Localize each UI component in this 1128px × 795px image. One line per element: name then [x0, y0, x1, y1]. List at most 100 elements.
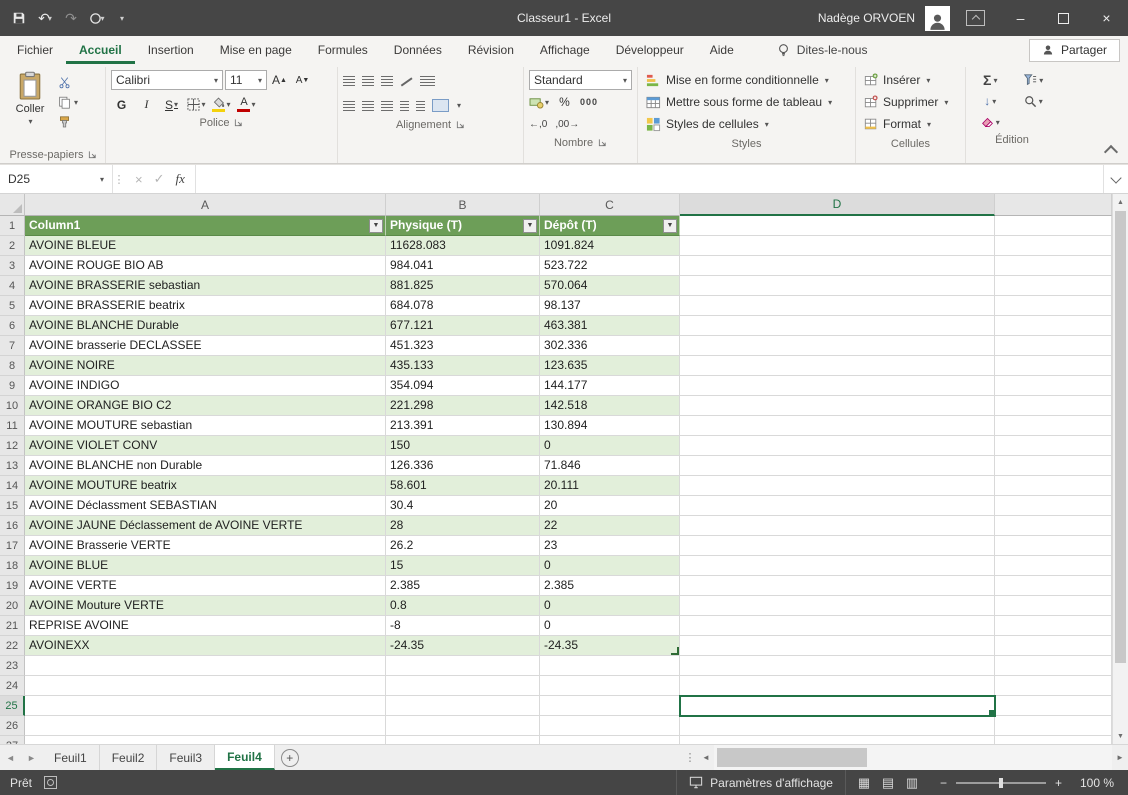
- grid-cell[interactable]: [680, 576, 995, 596]
- grid-cell[interactable]: [995, 356, 1112, 376]
- row-header-6[interactable]: 6: [0, 316, 25, 336]
- number-dialog-launcher[interactable]: [598, 138, 607, 147]
- grid-cell[interactable]: [680, 736, 995, 744]
- align-right-icon[interactable]: [381, 101, 393, 111]
- font-size-combo[interactable]: 11▾: [225, 70, 267, 90]
- row-header-11[interactable]: 11: [0, 416, 25, 436]
- row-header-14[interactable]: 14: [0, 476, 25, 496]
- sort-filter-button[interactable]: ▾: [1016, 71, 1052, 89]
- grid-cell[interactable]: [995, 416, 1112, 436]
- grid-cell[interactable]: [680, 396, 995, 416]
- decrease-decimal-button[interactable]: ,00→: [555, 119, 579, 130]
- grid-cell[interactable]: 11628.083: [386, 236, 540, 256]
- grid-cell[interactable]: 150: [386, 436, 540, 456]
- save-button[interactable]: [8, 6, 30, 30]
- name-box[interactable]: D25 ▾: [0, 165, 113, 193]
- grid-cell[interactable]: [995, 436, 1112, 456]
- grid-cell[interactable]: [25, 656, 386, 676]
- zoom-slider-thumb[interactable]: [999, 778, 1003, 788]
- grid-cell[interactable]: [680, 556, 995, 576]
- row-header-22[interactable]: 22: [0, 636, 25, 656]
- sheet-tab-feuil2[interactable]: Feuil2: [100, 745, 158, 770]
- display-settings-button[interactable]: Paramètres d'affichage: [676, 770, 846, 795]
- grid-cell[interactable]: AVOINE BRASSERIE beatrix: [25, 296, 386, 316]
- grid-cell[interactable]: [386, 736, 540, 744]
- row-header-5[interactable]: 5: [0, 296, 25, 316]
- page-break-view-button[interactable]: ▥: [902, 775, 922, 791]
- vertical-scrollbar[interactable]: ▲ ▼: [1112, 194, 1128, 744]
- grid-cell[interactable]: 451.323: [386, 336, 540, 356]
- grid-cell[interactable]: [540, 736, 680, 744]
- row-header-17[interactable]: 17: [0, 536, 25, 556]
- grid-cell[interactable]: [680, 476, 995, 496]
- wrap-text-icon[interactable]: [420, 76, 435, 86]
- grid-cell[interactable]: [995, 696, 1112, 716]
- grid-cell[interactable]: 2.385: [540, 576, 680, 596]
- clipboard-dialog-launcher[interactable]: [88, 150, 97, 159]
- grid-cell[interactable]: [680, 456, 995, 476]
- grid-cell[interactable]: AVOINE JAUNE Déclassement de AVOINE VERT…: [25, 516, 386, 536]
- grid-cell[interactable]: AVOINEXX: [25, 636, 386, 656]
- row-header-9[interactable]: 9: [0, 376, 25, 396]
- grid-cell[interactable]: 302.336: [540, 336, 680, 356]
- filter-button[interactable]: ▼: [523, 219, 537, 233]
- grid-cell[interactable]: [995, 656, 1112, 676]
- row-header-4[interactable]: 4: [0, 276, 25, 296]
- grid-cell[interactable]: 20: [540, 496, 680, 516]
- fill-button[interactable]: ↓▾: [973, 92, 1008, 110]
- grid-cell[interactable]: [995, 376, 1112, 396]
- grid-cell[interactable]: 28: [386, 516, 540, 536]
- grid-cell[interactable]: 684.078: [386, 296, 540, 316]
- grid-cell[interactable]: [995, 276, 1112, 296]
- redo-button[interactable]: ↷: [60, 6, 82, 30]
- column-header-a[interactable]: A: [25, 194, 386, 216]
- grid-cell[interactable]: [680, 616, 995, 636]
- grid-cell[interactable]: AVOINE NOIRE: [25, 356, 386, 376]
- grid-cell[interactable]: [25, 736, 386, 744]
- merge-center-icon[interactable]: [432, 99, 449, 112]
- close-button[interactable]: ×: [1085, 0, 1128, 36]
- row-header-18[interactable]: 18: [0, 556, 25, 576]
- row-header-12[interactable]: 12: [0, 436, 25, 456]
- row-header-23[interactable]: 23: [0, 656, 25, 676]
- undo-button[interactable]: ↶▾: [34, 6, 56, 30]
- grid-cell[interactable]: [680, 436, 995, 456]
- grid-cell[interactable]: [680, 336, 995, 356]
- underline-button[interactable]: S▾: [161, 95, 182, 114]
- increase-indent-icon[interactable]: [416, 101, 425, 111]
- ribbon-tab-insertion[interactable]: Insertion: [135, 36, 207, 64]
- grid-cell[interactable]: [995, 576, 1112, 596]
- increase-decimal-button[interactable]: ←,0: [529, 119, 547, 130]
- grid-cell[interactable]: [995, 236, 1112, 256]
- grid-cell[interactable]: AVOINE VERTE: [25, 576, 386, 596]
- previous-sheet-button[interactable]: ◄: [0, 745, 21, 770]
- grid-cell[interactable]: [25, 696, 386, 716]
- grid-cell[interactable]: 221.298: [386, 396, 540, 416]
- grid-cell[interactable]: -24.35: [386, 636, 540, 656]
- grid-cell[interactable]: AVOINE MOUTURE beatrix: [25, 476, 386, 496]
- grid-cell[interactable]: [995, 616, 1112, 636]
- zoom-level[interactable]: 100 %: [1072, 776, 1128, 790]
- grid-cell[interactable]: 23: [540, 536, 680, 556]
- grid-cell[interactable]: 58.601: [386, 476, 540, 496]
- format-cells-button[interactable]: Format ▾: [861, 113, 960, 135]
- grid-cell[interactable]: 126.336: [386, 456, 540, 476]
- grid-cell[interactable]: [995, 736, 1112, 744]
- grid-cell[interactable]: [995, 716, 1112, 736]
- ribbon-tab-accueil[interactable]: Accueil: [66, 36, 135, 64]
- grid-cell[interactable]: [995, 456, 1112, 476]
- grid-cell[interactable]: AVOINE BLANCHE Durable: [25, 316, 386, 336]
- row-header-1[interactable]: 1: [0, 216, 25, 236]
- align-center-icon[interactable]: [362, 101, 374, 111]
- comma-style-button[interactable]: 000: [580, 97, 598, 107]
- ribbon-tab-mise-en-page[interactable]: Mise en page: [207, 36, 305, 64]
- customize-qat-button[interactable]: ▾: [112, 6, 134, 30]
- grid-cell[interactable]: [680, 716, 995, 736]
- row-header-19[interactable]: 19: [0, 576, 25, 596]
- column-header-partial[interactable]: [995, 194, 1112, 216]
- minimize-button[interactable]: –: [999, 0, 1042, 36]
- zoom-out-button[interactable]: −: [940, 776, 947, 790]
- grid-cell[interactable]: 26.2: [386, 536, 540, 556]
- sheet-tab-feuil3[interactable]: Feuil3: [157, 745, 215, 770]
- cut-button[interactable]: [58, 74, 78, 90]
